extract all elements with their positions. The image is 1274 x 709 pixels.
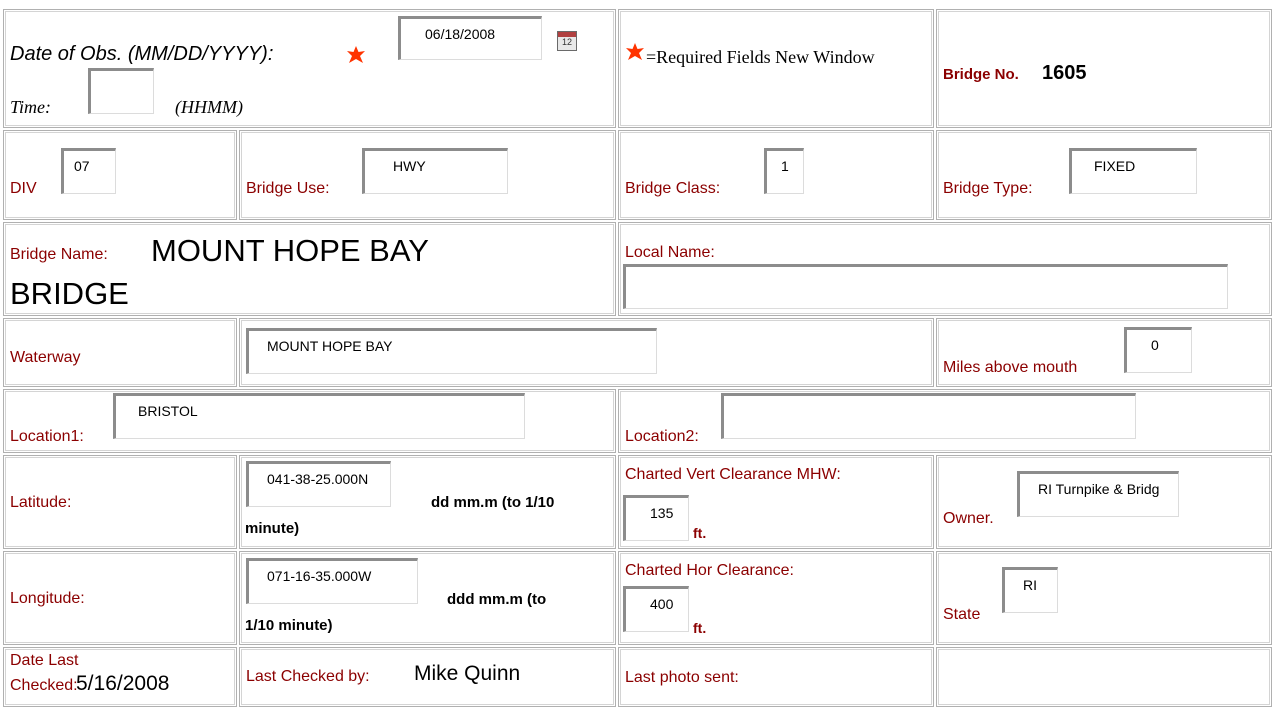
location1-label: Location1: bbox=[10, 428, 84, 445]
latitude-format-hint-a: dd mm.m (to 1/10 bbox=[431, 494, 555, 511]
longitude-format-hint-a: ddd mm.m (to bbox=[447, 591, 547, 608]
miles-label: Miles above mouth bbox=[943, 359, 1078, 376]
location1-input[interactable]: BRISTOL bbox=[113, 393, 525, 439]
vert-clearance-input[interactable]: 135 bbox=[623, 495, 689, 541]
bridge-class-input[interactable]: 1 bbox=[764, 148, 804, 194]
latitude-input[interactable]: 041-38-25.000N bbox=[246, 461, 391, 507]
bridge-name-label: Bridge Name: bbox=[10, 246, 108, 263]
required-note-text: =Required Fields New Window bbox=[646, 47, 875, 67]
div-cell bbox=[3, 130, 237, 220]
date-input[interactable]: 06/18/2008 bbox=[398, 16, 542, 60]
calendar-icon[interactable]: 12 bbox=[557, 31, 577, 51]
owner-label: Owner. bbox=[943, 510, 994, 527]
owner-input[interactable]: RI Turnpike & Bridg bbox=[1017, 471, 1179, 517]
bridge-no-value: 1605 bbox=[1042, 62, 1087, 84]
state-input[interactable]: RI bbox=[1002, 567, 1058, 613]
hor-clearance-input[interactable]: 400 bbox=[623, 586, 689, 632]
waterway-input[interactable]: MOUNT HOPE BAY bbox=[246, 328, 657, 374]
hor-clearance-unit: ft. bbox=[693, 620, 707, 636]
required-legend-asterisk-icon bbox=[626, 43, 644, 60]
checked-by-label: Last Checked by: bbox=[246, 668, 370, 685]
required-fields-note[interactable]: =Required Fields New Window bbox=[646, 44, 916, 70]
state-cell bbox=[936, 551, 1272, 645]
longitude-label: Longitude: bbox=[10, 590, 85, 607]
date-last-checked-label-b: Checked: bbox=[10, 677, 78, 694]
vert-clearance-unit: ft. bbox=[693, 525, 707, 541]
date-last-checked-label-a: Date Last bbox=[10, 652, 79, 669]
time-format-hint: (HHMM) bbox=[175, 97, 243, 117]
local-name-label: Local Name: bbox=[625, 244, 715, 261]
bridge-name-line2: BRIDGE bbox=[10, 276, 129, 311]
bridge-use-input[interactable]: HWY bbox=[362, 148, 508, 194]
last-photo-label: Last photo sent: bbox=[625, 669, 739, 686]
latitude-format-hint-b: minute) bbox=[245, 520, 300, 537]
vert-clearance-label: Charted Vert Clearance MHW: bbox=[625, 466, 841, 483]
location2-input[interactable] bbox=[721, 393, 1136, 439]
local-name-input[interactable] bbox=[623, 264, 1228, 309]
checked-by-value: Mike Quinn bbox=[414, 662, 521, 685]
location2-label: Location2: bbox=[625, 428, 699, 445]
hor-clearance-label: Charted Hor Clearance: bbox=[625, 562, 794, 579]
bridge-use-label: Bridge Use: bbox=[246, 180, 330, 197]
waterway-label: Waterway bbox=[10, 349, 81, 366]
required-asterisk-icon bbox=[347, 46, 365, 63]
empty-cell bbox=[936, 647, 1272, 707]
state-label: State bbox=[943, 606, 981, 623]
miles-input[interactable]: 0 bbox=[1124, 327, 1192, 373]
longitude-format-hint-b: 1/10 minute) bbox=[245, 617, 333, 634]
time-label: Time: bbox=[10, 97, 52, 117]
latitude-label: Latitude: bbox=[10, 494, 72, 511]
div-label: DIV bbox=[10, 180, 37, 197]
date-label: Date of Obs. (MM/DD/YYYY): bbox=[10, 43, 274, 65]
bridge-type-label: Bridge Type: bbox=[943, 180, 1033, 197]
bridge-name-line1: MOUNT HOPE BAY bbox=[151, 233, 429, 268]
bridge-no-label: Bridge No. bbox=[943, 66, 1019, 83]
longitude-input[interactable]: 071-16-35.000W bbox=[246, 558, 418, 604]
time-input[interactable] bbox=[88, 68, 154, 114]
date-last-checked-value: 5/16/2008 bbox=[76, 672, 170, 695]
div-input[interactable]: 07 bbox=[61, 148, 116, 194]
bridge-type-input[interactable]: FIXED bbox=[1069, 148, 1197, 194]
bridge-class-label: Bridge Class: bbox=[625, 180, 721, 197]
